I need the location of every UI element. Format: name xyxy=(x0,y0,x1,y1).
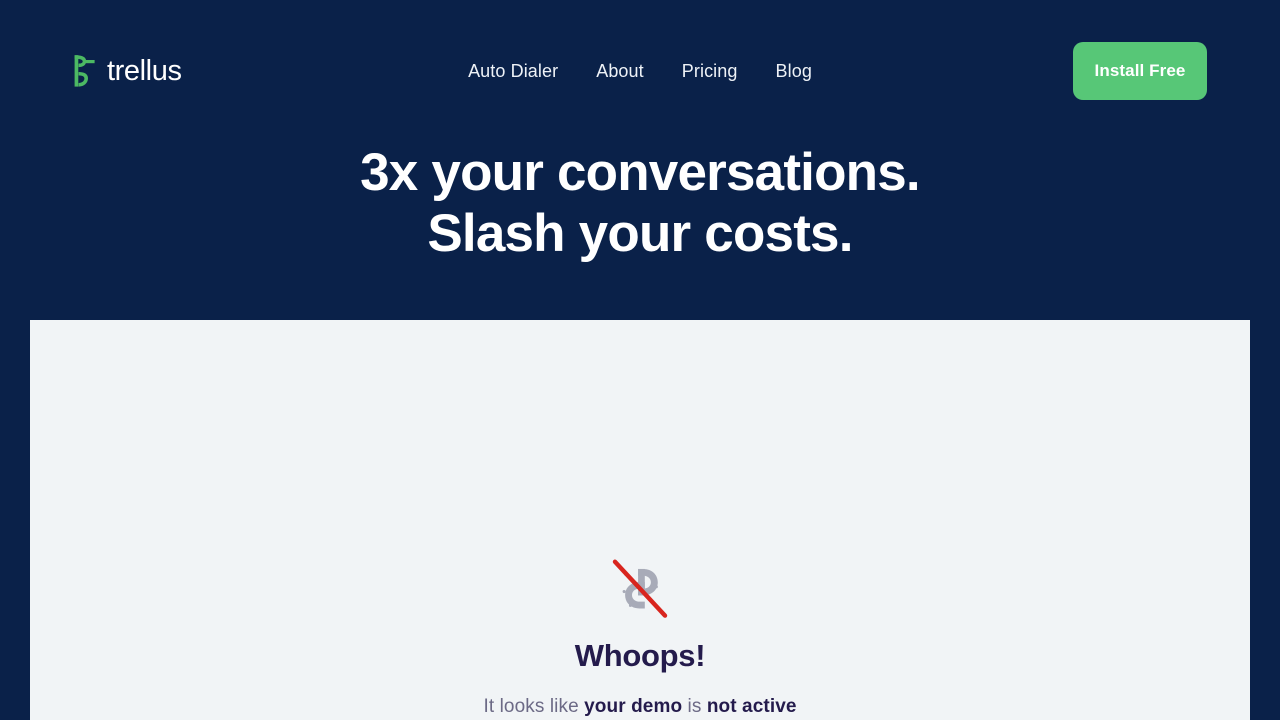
nav-item-about[interactable]: About xyxy=(596,61,644,82)
whoops-title: Whoops! xyxy=(574,638,706,674)
nav-item-pricing[interactable]: Pricing xyxy=(682,61,738,82)
hero-headline-line-2: Slash your costs. xyxy=(427,204,853,264)
trellus-leaf-icon xyxy=(74,55,95,87)
broken-link-icon xyxy=(612,559,668,618)
whoops-message-bold-demo: your demo xyxy=(584,696,683,718)
hero-section: 3x your conversations. Slash your costs. xyxy=(0,142,1280,265)
main-navigation: Auto Dialer About Pricing Blog xyxy=(468,61,812,82)
brand-logo[interactable]: trellus xyxy=(72,54,182,88)
whoops-message-bold-status: not active xyxy=(706,696,797,718)
whoops-message-middle: is xyxy=(682,696,707,718)
brand-name: trellus xyxy=(107,54,182,87)
nav-item-auto-dialer[interactable]: Auto Dialer xyxy=(468,61,558,82)
content-panel: Whoops! It looks like your demo is not a… xyxy=(30,320,1250,720)
whoops-message: It looks like your demo is not active xyxy=(483,695,796,720)
install-free-button[interactable]: Install Free xyxy=(1073,42,1207,100)
hero-headline: 3x your conversations. Slash your costs. xyxy=(40,142,1240,265)
site-header: trellus Auto Dialer About Pricing Blog I… xyxy=(0,0,1280,142)
whoops-message-prefix: It looks like xyxy=(483,696,585,718)
nav-item-blog[interactable]: Blog xyxy=(776,61,812,82)
hero-headline-line-1: 3x your conversations. xyxy=(360,143,921,202)
